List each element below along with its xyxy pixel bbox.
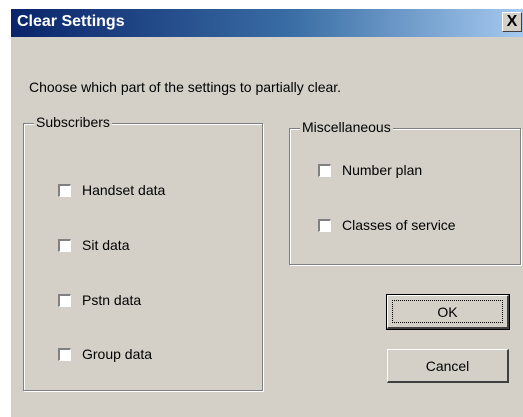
checkbox-label: Sit data bbox=[82, 237, 130, 253]
checkbox-classes-of-service[interactable]: Classes of service bbox=[318, 217, 456, 233]
checkbox-box[interactable] bbox=[58, 238, 71, 252]
checkbox-box[interactable] bbox=[318, 163, 331, 177]
miscellaneous-group: Miscellaneous Number plan Classes of ser… bbox=[289, 119, 521, 265]
checkbox-pstn-data[interactable]: Pstn data bbox=[58, 292, 141, 308]
ok-button[interactable]: OK bbox=[386, 294, 510, 330]
checkbox-box[interactable] bbox=[58, 347, 71, 361]
cancel-button[interactable]: Cancel bbox=[387, 349, 509, 383]
focus-rect bbox=[392, 300, 503, 323]
checkbox-box[interactable] bbox=[58, 293, 71, 307]
checkbox-group-data[interactable]: Group data bbox=[58, 346, 152, 362]
clear-settings-dialog: Clear Settings X Choose which part of th… bbox=[10, 8, 523, 417]
checkbox-sit-data[interactable]: Sit data bbox=[58, 237, 129, 253]
checkbox-number-plan[interactable]: Number plan bbox=[318, 162, 422, 178]
checkbox-box[interactable] bbox=[318, 218, 331, 232]
close-icon: X bbox=[506, 13, 518, 30]
subscribers-legend: Subscribers bbox=[34, 114, 112, 130]
checkbox-label: Classes of service bbox=[342, 217, 456, 233]
checkbox-handset-data[interactable]: Handset data bbox=[58, 182, 165, 198]
title-bar[interactable]: Clear Settings X bbox=[11, 9, 523, 37]
cancel-label: Cancel bbox=[425, 357, 470, 374]
dialog-title: Clear Settings bbox=[17, 13, 125, 30]
subscribers-group: Subscribers Handset data Sit data Pstn d… bbox=[23, 114, 263, 391]
miscellaneous-legend: Miscellaneous bbox=[300, 119, 393, 135]
checkbox-label: Number plan bbox=[342, 162, 423, 178]
checkbox-box[interactable] bbox=[58, 183, 71, 197]
close-button[interactable]: X bbox=[502, 12, 522, 32]
checkbox-label: Pstn data bbox=[82, 292, 142, 308]
checkbox-label: Group data bbox=[82, 346, 153, 362]
instruction-text: Choose which part of the settings to par… bbox=[29, 79, 342, 95]
checkbox-label: Handset data bbox=[82, 182, 166, 198]
